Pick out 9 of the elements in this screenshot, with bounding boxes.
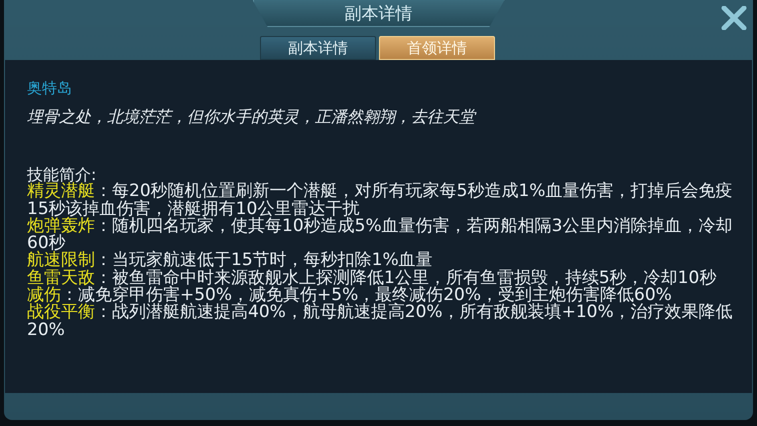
skill-entry: 战役平衡：战列潜艇航速提高40%，航母航速提高20%，所有敌舰装填+10%，治疗效果降低20%: [27, 304, 734, 339]
skill-entry: 精灵潜艇：每20秒随机位置刷新一个潜艇，对所有玩家每5秒造成1%血量伤害，打掉后会免疫15秒该掉血伤害，潜艇拥有10公里雷达干扰: [27, 183, 734, 218]
close-icon[interactable]: [721, 6, 747, 30]
boss-quote: 埋骨之处，北境茫茫，但你水手的英灵，正潘然翱翔，去往天堂: [27, 107, 478, 127]
boss-name: 奥特岛: [27, 78, 73, 98]
window-title: 副本详情: [344, 2, 412, 24]
skills-label: 技能简介:: [27, 166, 98, 184]
tab[interactable]: 副本详情: [260, 36, 376, 60]
skill-entry: 航速限制：当玩家航速低于15节时，每秒扣除1%血量: [27, 252, 434, 270]
